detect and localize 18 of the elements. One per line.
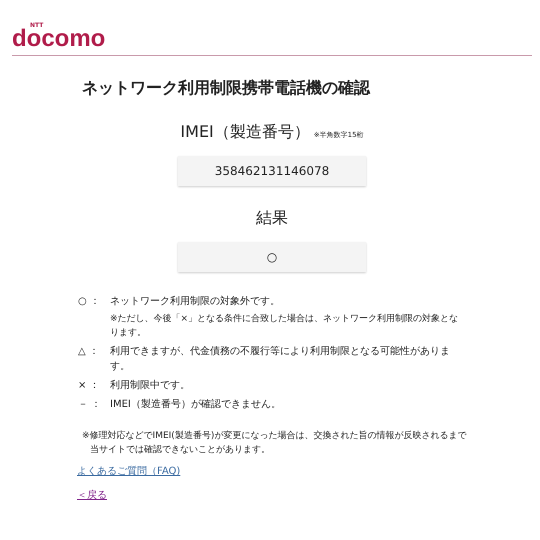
legend-text: 利用制限中です。 — [110, 378, 190, 393]
result-field: ○ — [178, 242, 366, 272]
result-label: 結果 — [256, 208, 288, 227]
back-link[interactable]: ＜戻る — [77, 490, 107, 501]
legend-text: 利用できますが、代金債務の不履行等により利用制限となる可能性があります。 — [110, 344, 451, 374]
legend-note: ※ただし、今後「×」となる条件に合致した場合は、ネットワーク利用制限の対象となります。 — [110, 313, 460, 340]
legend-symbol: － ： — [78, 398, 102, 412]
logo: docomo — [12, 27, 106, 51]
legend-symbol: × ： — [78, 379, 101, 393]
faq-link[interactable]: よくあるご質問（FAQ) — [77, 466, 180, 477]
legend-symbol: △ ： — [78, 345, 100, 359]
legend-text: IMEI（製造番号）が確認できません。 — [110, 398, 281, 412]
page-title: ネットワーク利用制限携帯電話機の確認 — [82, 77, 372, 99]
legend-symbol: ○ ： — [78, 295, 101, 309]
imei-label: IMEI（製造番号） — [180, 122, 310, 141]
footnote: ※修理対応などでIMEI(製造番号)が変更になった場合は、交換された旨の情報が反映されるまで当サイトでは確認できないことがあります。 — [81, 430, 468, 456]
imei-field[interactable]: 358462131146078 — [178, 156, 366, 186]
legend-text: ネットワーク利用制限の対象外です。 — [110, 294, 281, 309]
